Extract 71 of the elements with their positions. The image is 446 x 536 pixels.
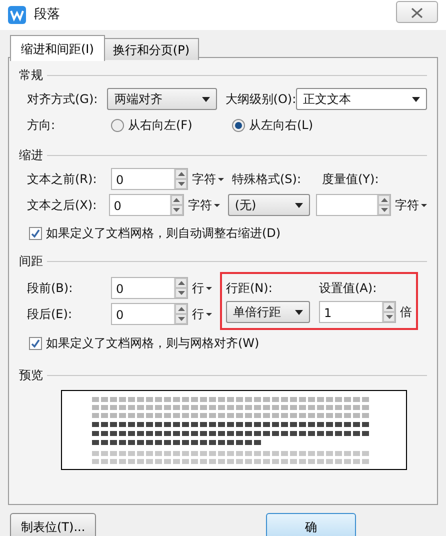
dropdown[interactable]: 单倍行距 (226, 301, 310, 323)
unit-label: 倍 (400, 304, 412, 321)
field-label: 文本之后(X): (27, 197, 98, 214)
spin-field[interactable] (316, 194, 392, 216)
spin-field[interactable]: 0 (111, 168, 188, 190)
section-title: 缩进 (19, 147, 43, 164)
spin-up-button[interactable] (383, 302, 395, 312)
caret-up-icon (380, 198, 388, 202)
spin-up-button[interactable] (175, 169, 187, 179)
dropdown[interactable]: 两端对齐 (107, 88, 218, 110)
unit-dropdown[interactable]: 字符 (188, 196, 220, 214)
spin-up-button[interactable] (175, 278, 187, 288)
checkbox[interactable] (29, 336, 42, 350)
spin-field[interactable]: 1 (319, 301, 396, 323)
checkbox-label: 如果定义了文档网格，则与网格对齐(W) (46, 335, 260, 352)
spin-down-button[interactable] (383, 312, 395, 322)
app-icon (8, 6, 26, 24)
section-title: 预览 (19, 367, 43, 384)
spin-up-button[interactable] (175, 304, 187, 314)
dialog-button[interactable]: 制表位(T)... (10, 513, 96, 536)
caret-down-icon (386, 315, 392, 319)
radio-label: 从右向左(F) (128, 117, 192, 134)
dropdown[interactable]: (无) (228, 194, 310, 216)
caret-down-icon (178, 291, 184, 295)
field-label: 段后(E): (27, 306, 73, 323)
spin-down-button[interactable] (378, 205, 390, 215)
checkbox[interactable] (29, 226, 42, 240)
spin-field[interactable]: 0 (111, 277, 188, 299)
radio-button[interactable] (232, 118, 245, 132)
tab[interactable]: 换行和分页(P) (104, 38, 199, 60)
radio-label: 从左向右(L) (249, 117, 314, 134)
unit-dropdown[interactable]: 字符 (192, 170, 224, 188)
window-title: 段落 (34, 6, 60, 24)
caret-down-icon (178, 182, 184, 186)
unit-dropdown[interactable]: 行 (192, 279, 212, 297)
dropdown[interactable]: 正文文本 (296, 88, 427, 110)
checkbox-label: 如果定义了文档网格，则自动调整右缩进(D) (46, 225, 281, 242)
section-title: 常规 (19, 67, 43, 84)
spin-down-button[interactable] (175, 314, 187, 324)
unit-dropdown[interactable]: 字符 (395, 196, 428, 214)
spin-field[interactable]: 0 (111, 303, 188, 325)
caret-down-icon (380, 208, 388, 212)
spin-down-button[interactable] (175, 288, 187, 298)
caret-down-icon (178, 317, 184, 321)
caret-down-icon (173, 208, 180, 212)
spin-up-button[interactable] (378, 195, 390, 205)
caret-up-icon (178, 172, 184, 176)
caret-up-icon (178, 307, 184, 311)
dialog-button[interactable]: 确 (266, 513, 356, 536)
caret-up-icon (386, 305, 392, 309)
tab[interactable]: 缩进和间距(I) (10, 35, 105, 61)
caret-up-icon (173, 198, 180, 202)
field-label: 对齐方式(G): (27, 91, 99, 108)
close-button[interactable] (396, 1, 438, 23)
caret-up-icon (178, 281, 184, 285)
field-label: 度量值(Y): (322, 171, 379, 188)
spin-down-button[interactable] (175, 179, 187, 189)
field-label: 文本之前(R): (27, 171, 98, 188)
field-label: 行距(N): (226, 280, 274, 297)
field-label: 特殊格式(S): (232, 171, 302, 188)
radio-button[interactable] (111, 118, 124, 132)
spin-down-button[interactable] (170, 205, 183, 215)
spin-up-button[interactable] (170, 195, 183, 205)
field-label: 方向: (27, 117, 56, 134)
section-title: 间距 (19, 253, 43, 270)
unit-dropdown[interactable]: 行 (192, 305, 212, 323)
field-label: 大纲级别(O): (225, 91, 296, 108)
spin-field[interactable]: 0 (108, 194, 184, 216)
field-label: 段前(B): (27, 280, 74, 297)
close-icon (411, 8, 423, 18)
field-label: 设置值(A): (319, 280, 377, 297)
